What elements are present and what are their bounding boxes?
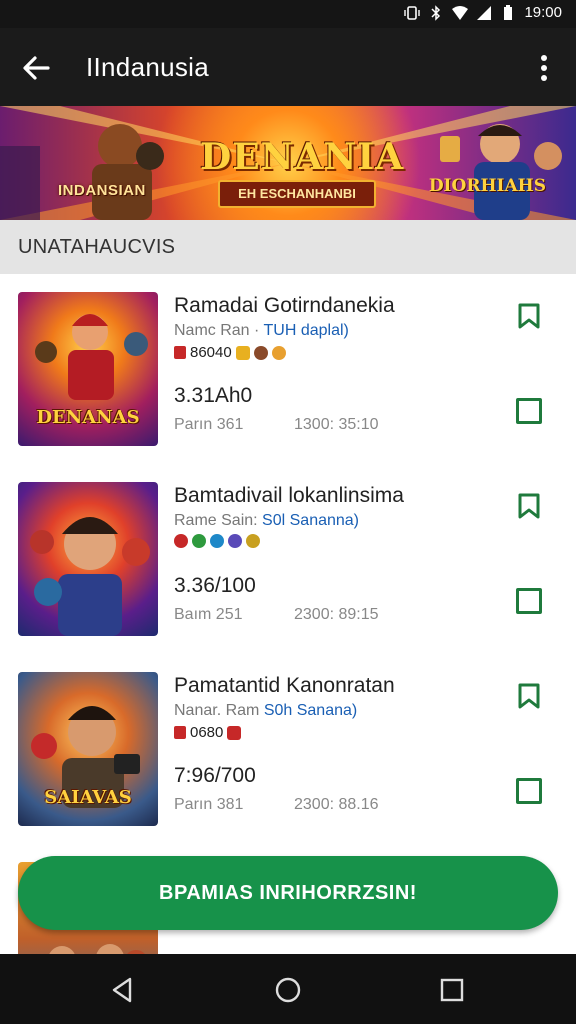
item-subtitle-link[interactable]: S0h Sanana) [264, 702, 357, 719]
bookmark-icon[interactable] [516, 682, 542, 710]
item-meta-right: 1300: 35:10 [294, 416, 379, 433]
system-nav-bar [0, 954, 576, 1024]
bookmark-icon[interactable] [516, 492, 542, 520]
promo-banner[interactable]: INDANSIAN DENANIA EH ESCHANHANBI DIORHIA… [0, 106, 576, 220]
gold-shield-icon [246, 534, 260, 548]
item-meta-right: 2300: 88.16 [294, 796, 379, 813]
signal-icon [477, 5, 492, 20]
item-subtitle-text: Nanar. Ram [174, 702, 264, 719]
page-title: IIndanusia [86, 52, 209, 82]
section-header-label: UNATAHAUCVIS [18, 236, 176, 258]
select-checkbox[interactable] [516, 778, 542, 804]
battery-icon [504, 4, 513, 20]
vibrate-icon [404, 5, 421, 20]
item-subtitle: Nanar. Ram S0h Sanana) [174, 702, 357, 720]
item-title[interactable]: Pamatantid Kanonratan [174, 674, 395, 698]
item-value: 7:96/700 [174, 764, 256, 787]
blue-disc-icon [210, 534, 224, 548]
thumbnail-title: SAIAVAS [44, 787, 132, 808]
item-value: 3.36/100 [174, 574, 256, 597]
nav-home-icon[interactable] [274, 976, 302, 1004]
game-thumbnail[interactable] [18, 482, 158, 636]
select-checkbox[interactable] [516, 398, 542, 424]
green-leaf-icon [192, 534, 206, 548]
game-thumbnail[interactable]: DENANAS [18, 292, 158, 446]
item-value: 3.31Ah0 [174, 384, 253, 407]
banner-left-caption: INDANSIAN [58, 182, 146, 199]
banner-right-caption: DIORHIAHS [428, 176, 546, 196]
list-item[interactable]: SAIAVAS Pamatantid Kanonratan Nanar. Ram… [0, 654, 576, 845]
item-meta-left: Parın 361 [174, 416, 244, 433]
item-badges: 86040 [174, 344, 286, 361]
item-meta-left: Parın 381 [174, 796, 244, 813]
item-subtitle-link[interactable]: TUH daplal) [264, 322, 349, 339]
item-title[interactable]: Ramadai Gotirndanekia [174, 294, 395, 318]
status-bar: 19:00 [0, 0, 576, 28]
red-potion-icon [227, 725, 242, 740]
item-subtitle-link[interactable]: S0l Sananna) [262, 512, 359, 529]
game-list: DENANAS Ramadai Gotirndanekia Namc Ran ·… [0, 274, 576, 954]
more-options-icon[interactable] [526, 50, 562, 86]
badge-count: 0680 [190, 724, 224, 741]
item-subtitle: Rame Sain: S0l Sananna) [174, 512, 359, 530]
game-thumbnail[interactable]: SAIAVAS [18, 672, 158, 826]
section-header: UNATAHAUCVIS [0, 220, 576, 274]
banner-subtitle: EH ESCHANHANBI [218, 180, 376, 208]
item-subtitle: Namc Ran · TUH daplal) [174, 322, 349, 340]
status-time: 19:00 [524, 4, 562, 21]
character-icon [253, 345, 268, 360]
gold-bag-icon [235, 345, 250, 360]
item-title[interactable]: Bamtadivail lokanlinsima [174, 484, 404, 508]
star-icon [271, 345, 286, 360]
thumbnail-title: DENANAS [36, 407, 140, 428]
nav-recents-icon[interactable] [438, 976, 466, 1004]
thumbnail-art [30, 517, 150, 636]
bookmark-icon[interactable] [516, 302, 542, 330]
red-flower-icon [174, 534, 188, 548]
red-badge-icon [174, 346, 186, 359]
app-bar: IIndanusia [0, 28, 576, 106]
bluetooth-icon [431, 4, 441, 21]
nav-back-icon[interactable] [108, 976, 136, 1004]
red-badge-icon [174, 726, 186, 739]
list-item[interactable]: Bamtadivail lokanlinsima Rame Sain: S0l … [0, 464, 576, 655]
item-meta-right: 2300: 89:15 [294, 606, 379, 623]
back-arrow-icon[interactable] [18, 50, 54, 86]
select-checkbox[interactable] [516, 588, 542, 614]
item-subtitle-text: Namc Ran · [174, 322, 264, 339]
item-subtitle-text: Rame Sain: [174, 512, 263, 529]
banner-title: DENANIA [200, 136, 405, 178]
item-meta-left: Baım 251 [174, 606, 243, 623]
primary-cta-button[interactable]: BPAMIAS INRIHORRZSIN! [18, 856, 558, 930]
item-badges [174, 534, 260, 548]
item-badges: 0680 [174, 724, 242, 741]
wifi-icon [452, 5, 469, 20]
list-item[interactable]: DENANAS Ramadai Gotirndanekia Namc Ran ·… [0, 274, 576, 465]
purple-disc-icon [228, 534, 242, 548]
badge-count: 86040 [190, 344, 232, 361]
